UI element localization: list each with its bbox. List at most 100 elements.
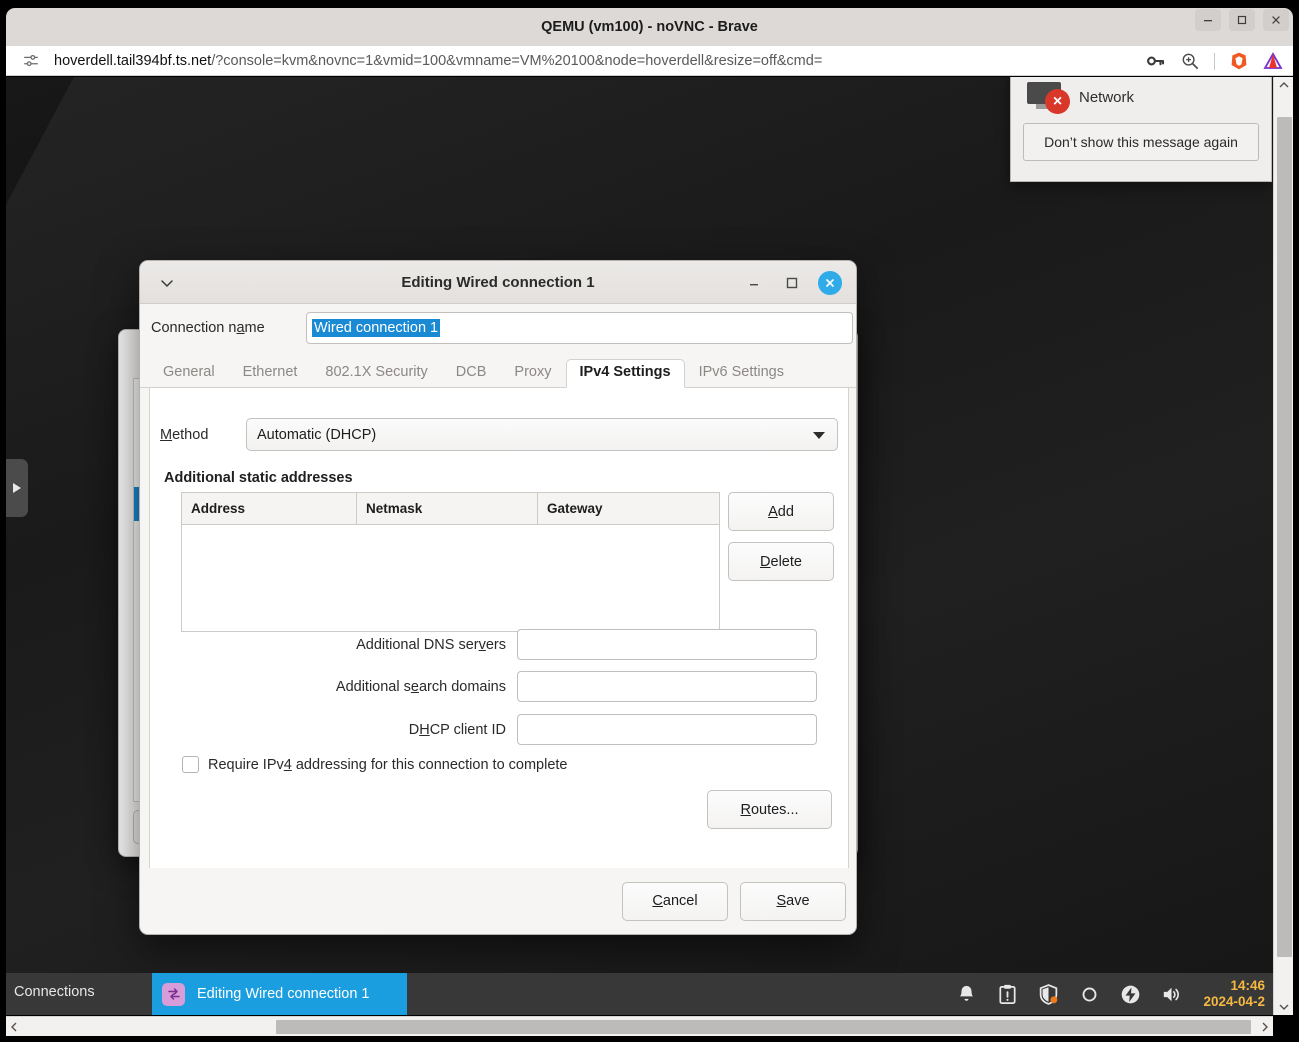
- brave-rewards-triangle-icon[interactable]: [1263, 51, 1283, 71]
- browser-window: QEMU (vm100) - noVNC - Brave hoverdell.t…: [0, 0, 1299, 1042]
- key-icon[interactable]: [1146, 51, 1166, 71]
- network-arrows-icon: [167, 988, 180, 1000]
- tab-ethernet[interactable]: Ethernet: [229, 359, 312, 388]
- browser-address-bar[interactable]: hoverdell.tail394bf.ts.net/?console=kvm&…: [6, 46, 1293, 76]
- volume-icon[interactable]: [1160, 983, 1183, 1006]
- taskbar: Connections Editing Wired connection 1 1…: [6, 973, 1273, 1015]
- routes-button-label: Routes...: [740, 801, 799, 818]
- scroll-left-button[interactable]: [6, 1017, 22, 1037]
- power-icon[interactable]: [1119, 983, 1142, 1006]
- tab-ipv6-settings[interactable]: IPv6 Settings: [685, 359, 798, 388]
- add-button-label: Add: [768, 503, 794, 520]
- maximize-icon: [786, 277, 798, 289]
- require-ipv4-row[interactable]: Require IPv4 addressing for this connect…: [182, 756, 568, 773]
- error-badge-icon: ×: [1045, 89, 1070, 114]
- taskbar-item-editing-wired-connection[interactable]: Editing Wired connection 1: [152, 973, 407, 1015]
- vertical-scrollbar[interactable]: [1273, 77, 1293, 1015]
- zoom-icon[interactable]: [1180, 51, 1200, 71]
- dialog-menu-button[interactable]: [158, 274, 176, 292]
- minimize-icon: [1204, 20, 1212, 22]
- dhcp-client-id-input[interactable]: [517, 714, 817, 745]
- column-header-gateway: Gateway: [547, 501, 603, 516]
- browser-titlebar: QEMU (vm100) - noVNC - Brave: [6, 8, 1293, 46]
- static-addresses-header: Address Netmask Gateway: [182, 493, 719, 525]
- browser-minimize-button[interactable]: [1195, 9, 1221, 31]
- dns-servers-input[interactable]: [517, 629, 817, 660]
- vnc-control-bar-handle[interactable]: [6, 459, 28, 517]
- shield-icon[interactable]: [1037, 983, 1060, 1006]
- circle-icon[interactable]: [1078, 983, 1101, 1006]
- tab-ipv4-settings[interactable]: IPv4 Settings: [565, 359, 685, 388]
- taskbar-clock[interactable]: 14:46 2024-04-2: [1203, 978, 1265, 1009]
- search-domains-input[interactable]: [517, 671, 817, 702]
- dns-servers-label: Additional DNS servers: [356, 636, 506, 653]
- dialog-close-button[interactable]: [818, 271, 842, 295]
- clock-time: 14:46: [1230, 978, 1265, 994]
- system-tray: 14:46 2024-04-2: [955, 973, 1265, 1015]
- column-header-address: Address: [182, 493, 357, 524]
- bell-icon[interactable]: [955, 983, 978, 1006]
- browser-close-button[interactable]: [1263, 9, 1289, 31]
- network-notification-popup[interactable]: × Network Don’t show this message again: [1010, 77, 1272, 182]
- connection-name-row: Connection name Wired connection 1: [140, 304, 856, 352]
- chevron-down-icon: [813, 432, 825, 439]
- url-display[interactable]: hoverdell.tail394bf.ts.net/?console=kvm&…: [54, 53, 822, 69]
- column-header-netmask: Netmask: [357, 493, 538, 524]
- dialog-minimize-button[interactable]: [744, 273, 764, 293]
- cancel-button[interactable]: Cancel: [622, 881, 728, 921]
- taskbar-item-connections[interactable]: Connections: [14, 984, 95, 1000]
- chevron-up-icon: [1279, 82, 1289, 88]
- network-error-icon: ×: [1023, 80, 1070, 114]
- maximize-icon: [1237, 15, 1247, 25]
- method-label: Method: [160, 426, 209, 443]
- toolbar-separator: [1214, 52, 1215, 70]
- brave-lion-icon[interactable]: [1229, 51, 1249, 71]
- static-addresses-table[interactable]: Address Netmask Gateway: [181, 492, 720, 632]
- url-host: hoverdell.tail394bf.ts.net: [54, 52, 212, 69]
- routes-button[interactable]: Routes...: [707, 790, 832, 829]
- scroll-up-button[interactable]: [1274, 77, 1294, 93]
- add-address-button[interactable]: Add: [728, 492, 834, 531]
- tab-dcb[interactable]: DCB: [442, 359, 501, 388]
- delete-button-label: Delete: [760, 553, 802, 570]
- close-icon: [1272, 16, 1280, 24]
- save-button[interactable]: Save: [740, 881, 846, 921]
- minimize-icon: [750, 284, 758, 286]
- url-path: /?console=kvm&novnc=1&vmid=100&vmname=VM…: [211, 52, 823, 69]
- browser-maximize-button[interactable]: [1229, 9, 1255, 31]
- method-dropdown[interactable]: Automatic (DHCP): [246, 418, 838, 451]
- vertical-scrollbar-thumb[interactable]: [1277, 117, 1292, 957]
- clock-date: 2024-04-2: [1203, 994, 1265, 1009]
- dont-show-again-button[interactable]: Don’t show this message again: [1023, 123, 1259, 161]
- delete-address-button[interactable]: Delete: [728, 542, 834, 581]
- dialog-titlebar: Editing Wired connection 1: [140, 261, 856, 304]
- taskbar-active-window-label: Editing Wired connection 1: [197, 986, 370, 1002]
- chevron-down-icon: [1279, 1004, 1289, 1010]
- dialog-maximize-button[interactable]: [782, 273, 802, 293]
- tab-general[interactable]: General: [149, 359, 229, 388]
- tab-proxy[interactable]: Proxy: [500, 359, 565, 388]
- scroll-right-button[interactable]: [1257, 1017, 1273, 1037]
- vnc-viewport[interactable]: Editing Wired connection 1 Connection na…: [6, 77, 1273, 1015]
- dont-show-again-label: Don’t show this message again: [1044, 134, 1238, 150]
- clipboard-alert-icon[interactable]: [996, 983, 1019, 1006]
- tab-802-1x-security[interactable]: 802.1X Security: [311, 359, 441, 388]
- notification-header: × Network: [1011, 77, 1271, 123]
- connection-name-input[interactable]: Wired connection 1: [306, 312, 853, 344]
- search-domains-label: Additional search domains: [335, 678, 506, 695]
- scroll-down-button[interactable]: [1274, 999, 1294, 1015]
- connection-name-value: Wired connection 1: [312, 319, 441, 337]
- editing-connection-dialog[interactable]: Editing Wired connection 1 Connection na…: [139, 260, 857, 935]
- close-icon: [826, 279, 834, 287]
- chevron-left-icon: [11, 1022, 17, 1032]
- horizontal-scrollbar-thumb[interactable]: [276, 1020, 1251, 1034]
- method-row: Method Automatic (DHCP): [160, 418, 838, 451]
- dhcp-client-id-row: DHCP client ID: [150, 714, 817, 745]
- require-ipv4-label: Require IPv4 addressing for this connect…: [208, 756, 568, 773]
- horizontal-scrollbar[interactable]: [6, 1016, 1273, 1036]
- chevron-right-icon: [1262, 1022, 1268, 1032]
- dialog-tabstrip: General Ethernet 802.1X Security DCB Pro…: [140, 357, 856, 388]
- static-addresses-body[interactable]: [182, 525, 719, 631]
- require-ipv4-checkbox[interactable]: [182, 756, 199, 773]
- browser-window-title: QEMU (vm100) - noVNC - Brave: [541, 19, 758, 35]
